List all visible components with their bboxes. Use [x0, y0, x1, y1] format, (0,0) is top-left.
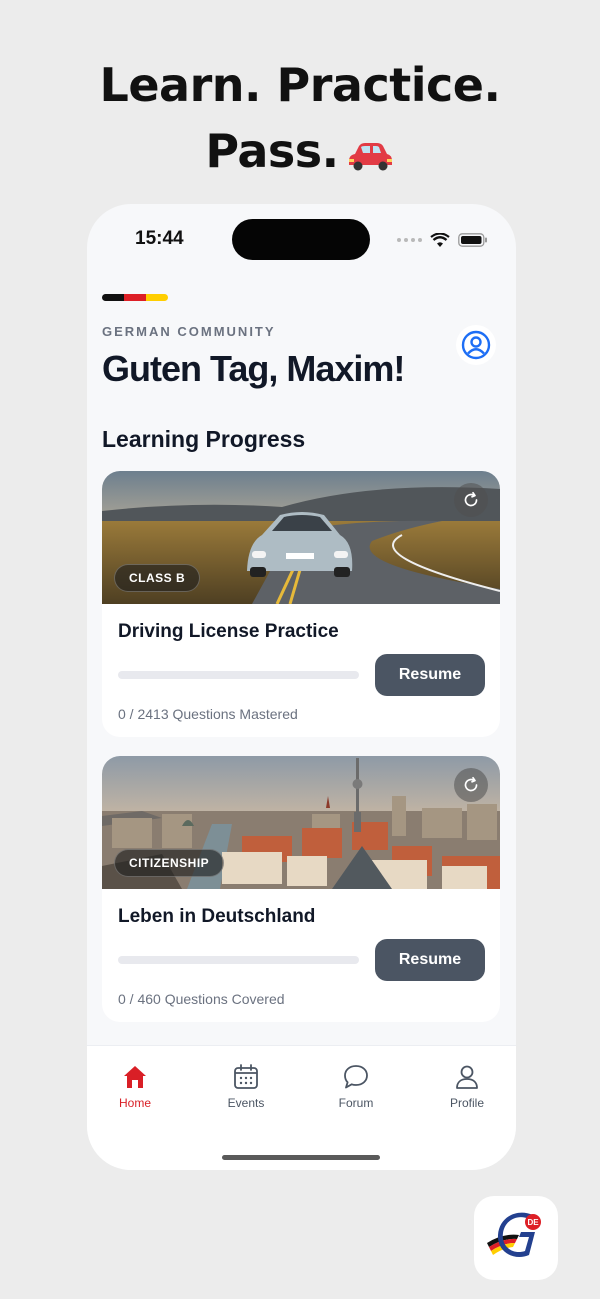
- flag-stripe-black: [102, 294, 124, 301]
- wifi-icon: [430, 232, 450, 247]
- card-image-car: CLASS B: [102, 471, 500, 604]
- reset-progress-button[interactable]: [454, 483, 488, 517]
- card-badge: CITIZENSHIP: [114, 849, 225, 877]
- g-de-logo-icon: DE: [487, 1212, 541, 1257]
- tab-forum[interactable]: Forum: [306, 1064, 406, 1110]
- card-image-berlin: CITIZENSHIP: [102, 756, 500, 889]
- refresh-icon: [464, 776, 478, 792]
- section-title: Learning Progress: [102, 426, 306, 452]
- flag-stripe-red: [124, 294, 146, 301]
- tab-label: Profile: [449, 1096, 484, 1110]
- refresh-icon: [464, 491, 478, 507]
- course-card-citizenship[interactable]: CITIZENSHIP Leben in Deutschland Resume …: [102, 756, 500, 1022]
- user-circle-icon: [461, 330, 491, 360]
- promo-line-2-wrap: Pass.: [0, 118, 600, 188]
- phone-screen: 15:44 GERMAN COMMUNITY Guten Tag, Maxim!…: [87, 204, 516, 1170]
- tab-home[interactable]: Home: [87, 1064, 185, 1110]
- community-label: GERMAN COMMUNITY: [102, 324, 276, 339]
- status-icons: [397, 230, 488, 250]
- promo-line-1: Learn. Practice.: [99, 58, 501, 112]
- home-icon: [124, 1066, 146, 1088]
- tab-label: Events: [227, 1096, 265, 1110]
- course-card-driving[interactable]: CLASS B Driving License Practice Resume …: [102, 471, 500, 737]
- resume-button[interactable]: Resume: [375, 939, 485, 981]
- cellular-signal-icon: [397, 238, 422, 242]
- app-store-screenshot: Learn. Practice. Pass. 15:44 GERMAN COMM…: [0, 0, 600, 1299]
- home-indicator: [222, 1155, 380, 1160]
- resume-button[interactable]: Resume: [375, 654, 485, 696]
- bottom-tab-bar: Home Events Forum Profile: [87, 1045, 516, 1170]
- promo-line-2: Pass.: [205, 124, 339, 178]
- tab-label: Forum: [338, 1096, 374, 1110]
- tab-profile[interactable]: Profile: [417, 1064, 516, 1110]
- dynamic-island: [232, 219, 370, 260]
- card-stat: 0 / 460 Questions Covered: [118, 991, 285, 1007]
- app-logo: DE: [474, 1196, 558, 1280]
- status-time: 15:44: [135, 228, 184, 249]
- battery-icon: [458, 233, 487, 247]
- tab-label: Home: [118, 1096, 151, 1110]
- reset-progress-button[interactable]: [454, 768, 488, 802]
- person-icon: [456, 1065, 478, 1089]
- card-badge: CLASS B: [114, 564, 201, 592]
- card-stat: 0 / 2413 Questions Mastered: [118, 706, 298, 722]
- progress-bar: [118, 671, 359, 679]
- car-emoji-icon: [345, 122, 395, 188]
- svg-text:DE: DE: [527, 1218, 539, 1227]
- greeting-title: Guten Tag, Maxim!: [102, 348, 405, 389]
- tab-events[interactable]: Events: [196, 1064, 296, 1110]
- profile-button[interactable]: [456, 325, 496, 365]
- progress-bar: [118, 956, 359, 964]
- card-title: Leben in Deutschland: [118, 906, 316, 927]
- chat-bubble-icon: [344, 1065, 368, 1089]
- calendar-icon: [234, 1064, 258, 1089]
- flag-stripe-gold: [146, 294, 168, 301]
- card-title: Driving License Practice: [118, 621, 339, 642]
- promo-headline: Learn. Practice. Pass.: [0, 52, 600, 188]
- german-flag-bar: [102, 294, 168, 301]
